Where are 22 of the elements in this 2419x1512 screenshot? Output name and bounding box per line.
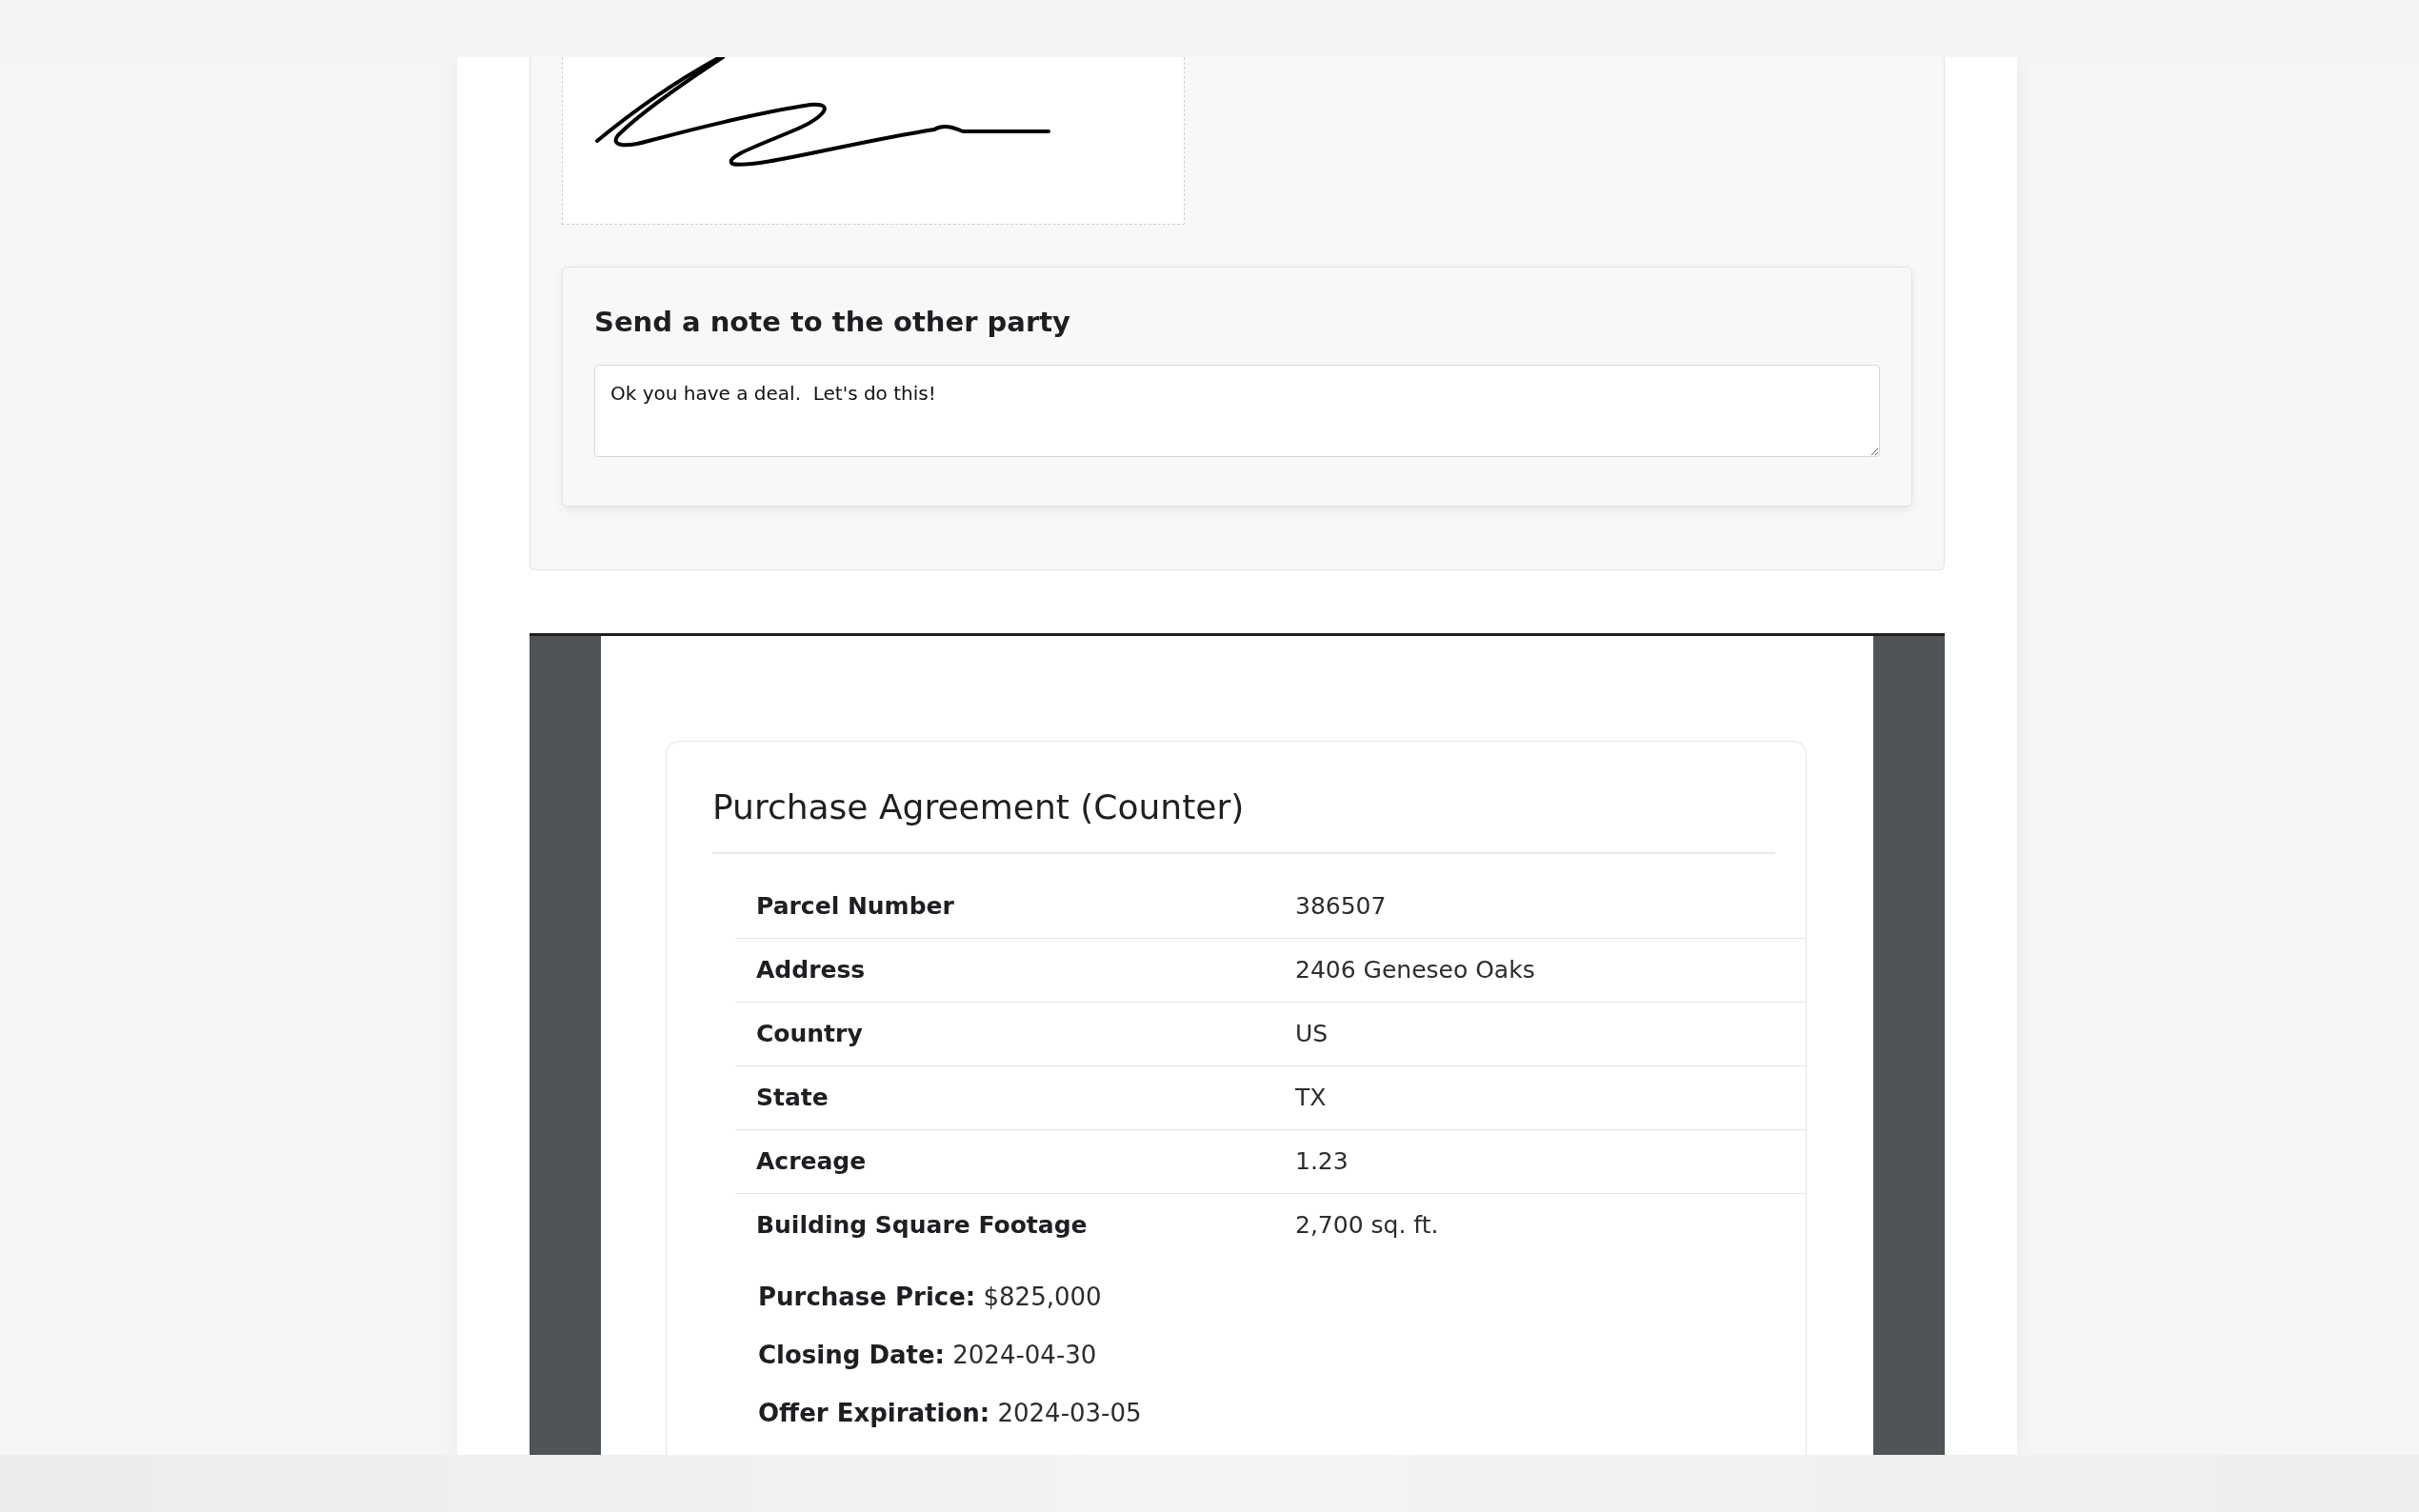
field-label: Acreage <box>755 1145 868 1177</box>
term-value: $825,000 <box>982 1282 1102 1311</box>
term-value: 2024-03-05 <box>996 1398 1142 1427</box>
signature-pad[interactable] <box>562 57 1185 225</box>
field-value: 2406 Geneseo Oaks <box>1295 954 1535 985</box>
term-label: Offer Expiration: <box>758 1398 990 1427</box>
field-value: 2,700 sq. ft. <box>1295 1210 1439 1242</box>
field-value: 1.23 <box>1295 1145 1349 1177</box>
field-value: 386507 <box>1295 890 1387 922</box>
field-label: State <box>755 1082 830 1113</box>
note-field[interactable]: Ok you have a deal. Let's do this! <box>594 364 1880 457</box>
field-label: Address <box>755 954 867 985</box>
note-heading: Send a note to the other party <box>594 305 1071 340</box>
field-label: Building Square Footage <box>755 1210 1089 1242</box>
term-label: Purchase Price: <box>758 1282 976 1311</box>
field-label: Parcel Number <box>755 890 955 922</box>
field-value: TX <box>1295 1082 1327 1113</box>
term-value: 2024-04-30 <box>951 1340 1097 1369</box>
field-value: US <box>1295 1018 1329 1049</box>
field-label: Country <box>755 1018 864 1049</box>
term-label: Closing Date: <box>758 1340 945 1369</box>
agreement-title: Purchase Agreement (Counter) <box>712 781 1775 854</box>
